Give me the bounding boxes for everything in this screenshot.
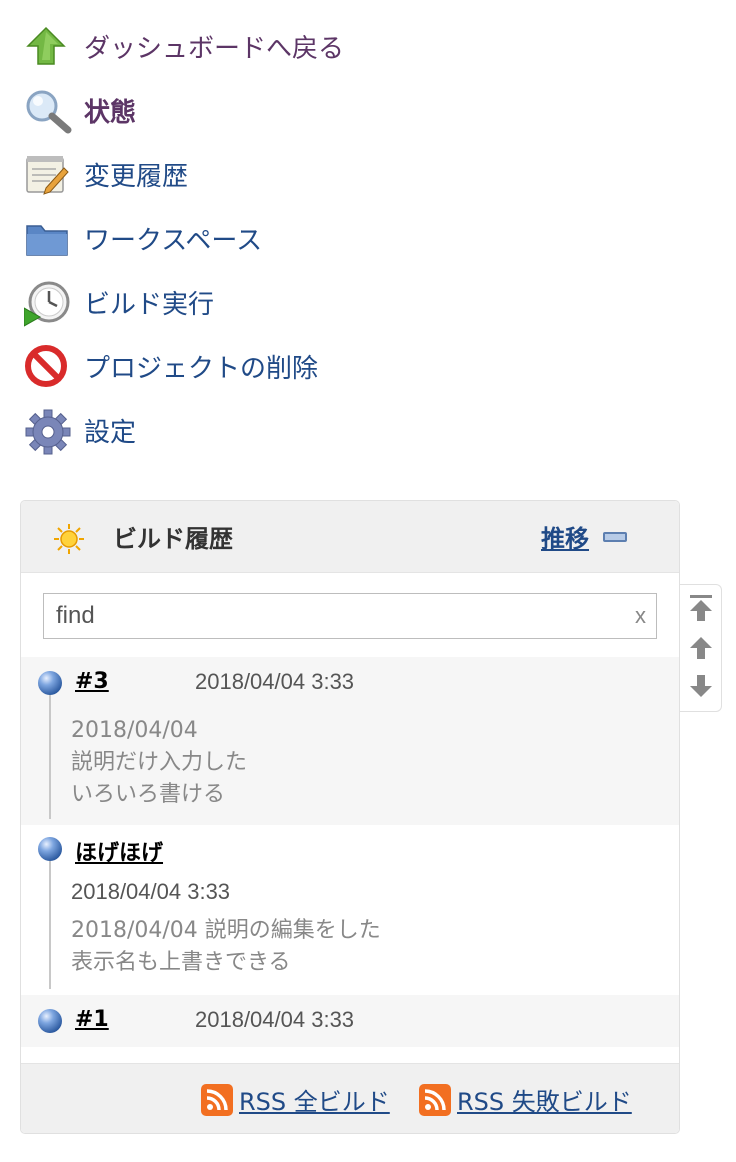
rss-icon bbox=[419, 1083, 451, 1116]
search-clear-button[interactable]: x bbox=[635, 603, 646, 629]
build-link[interactable]: #3 bbox=[75, 669, 109, 694]
nav-label: 状態 bbox=[84, 97, 137, 128]
no-entry-icon bbox=[22, 342, 72, 390]
scroll-up-icon[interactable] bbox=[687, 633, 715, 663]
build-history-pane: ビルド履歴 推移 x #3 2018/04/04 3:33 2018/04/04… bbox=[20, 500, 680, 1134]
up-arrow-icon bbox=[22, 22, 72, 70]
scroll-top-icon[interactable] bbox=[687, 593, 715, 623]
nav-item-build-now[interactable]: ビルド実行 bbox=[22, 278, 442, 327]
build-time: 2018/04/04 3:33 bbox=[71, 879, 231, 904]
rss-failed-label: RSS 失敗ビルド bbox=[457, 1088, 632, 1116]
notepad-icon bbox=[22, 150, 72, 198]
nav-item-delete-project[interactable]: プロジェクトの削除 bbox=[22, 342, 442, 390]
folder-icon bbox=[22, 214, 72, 262]
history-scroll-controls bbox=[680, 584, 722, 712]
trend-link[interactable]: 推移 bbox=[541, 519, 589, 554]
weather-sunny-icon bbox=[54, 524, 84, 554]
build-history-title: ビルド履歴 bbox=[113, 525, 233, 553]
rss-all-label: RSS 全ビルド bbox=[239, 1088, 390, 1116]
gear-icon bbox=[22, 406, 72, 455]
nav-item-configure[interactable]: 設定 bbox=[22, 406, 442, 455]
build-status-ball-icon bbox=[38, 671, 62, 695]
collapse-icon[interactable] bbox=[603, 532, 627, 542]
rss-icon bbox=[201, 1083, 233, 1116]
nav-item-status[interactable]: 状態 bbox=[22, 86, 442, 134]
nav-item-back-to-dashboard[interactable]: ダッシュボードへ戻る bbox=[22, 22, 442, 70]
build-link[interactable]: ほげほげ bbox=[75, 835, 163, 867]
nav-item-changes[interactable]: 変更履歴 bbox=[22, 150, 442, 198]
nav-label: ダッシュボードへ戻る bbox=[84, 33, 345, 64]
nav-label: 設定 bbox=[84, 417, 137, 448]
scroll-down-icon[interactable] bbox=[687, 671, 715, 701]
build-status-ball-icon bbox=[38, 1009, 62, 1033]
build-row: ほげほげ 2018/04/04 3:33 2018/04/04 説明の編集をした… bbox=[21, 825, 679, 995]
timeline-line bbox=[49, 695, 51, 819]
clock-play-icon bbox=[22, 278, 72, 327]
description-line: 説明だけ入力した bbox=[71, 750, 248, 775]
build-description: 2018/04/04 説明の編集をした 表示名も上書きできる bbox=[71, 915, 381, 979]
nav-item-workspace[interactable]: ワークスペース bbox=[22, 214, 442, 262]
rss-failed-link[interactable]: RSS 失敗ビルド bbox=[419, 1082, 632, 1117]
build-link[interactable]: #1 bbox=[75, 1007, 109, 1032]
build-time: 2018/04/04 3:33 bbox=[195, 669, 355, 694]
description-line: 2018/04/04 説明の編集をした bbox=[71, 918, 381, 943]
build-row: #3 2018/04/04 3:33 2018/04/04 説明だけ入力した い… bbox=[21, 657, 679, 825]
build-description: 2018/04/04 説明だけ入力した いろいろ書ける bbox=[71, 715, 247, 811]
description-line: 2018/04/04 bbox=[71, 718, 198, 743]
description-line: いろいろ書ける bbox=[71, 782, 226, 807]
rss-all-link[interactable]: RSS 全ビルド bbox=[201, 1082, 390, 1117]
description-line: 表示名も上書きできる bbox=[71, 950, 291, 975]
build-history-footer: RSS 全ビルド RSS 失敗ビルド bbox=[21, 1063, 679, 1133]
nav-label: プロジェクトの削除 bbox=[84, 353, 319, 384]
nav-label: ビルド実行 bbox=[84, 289, 215, 320]
build-search-box: x bbox=[43, 593, 657, 639]
build-time: 2018/04/04 3:33 bbox=[195, 1007, 355, 1032]
build-row: #1 2018/04/04 3:33 bbox=[21, 995, 679, 1047]
nav-label: 変更履歴 bbox=[84, 161, 189, 192]
timeline-line bbox=[49, 861, 51, 989]
build-status-ball-icon bbox=[38, 837, 62, 861]
magnifier-icon bbox=[22, 86, 72, 134]
nav-label: ワークスペース bbox=[84, 225, 263, 256]
build-history-header: ビルド履歴 推移 bbox=[21, 501, 679, 573]
build-search-input[interactable] bbox=[44, 594, 614, 638]
